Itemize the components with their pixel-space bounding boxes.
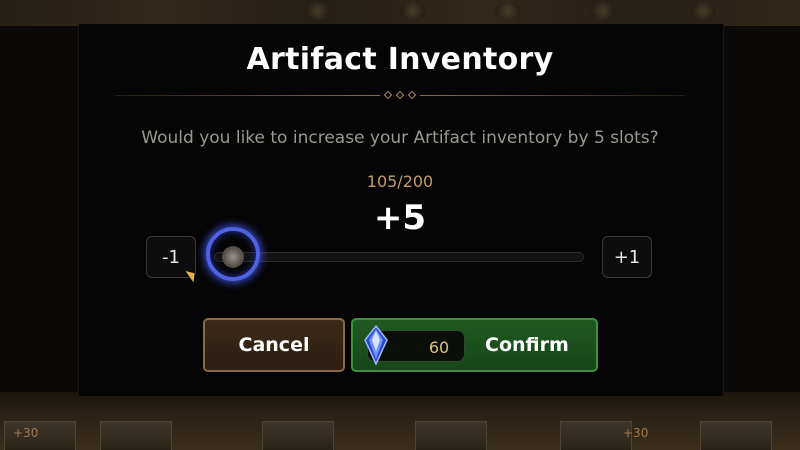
- card-count: +30: [623, 426, 649, 440]
- inventory-card: [415, 421, 487, 450]
- inventory-counter: 105/200: [366, 172, 434, 191]
- cancel-button[interactable]: Cancel: [203, 318, 345, 372]
- inventory-card: [262, 421, 334, 450]
- crystal-gem-icon: [364, 325, 388, 365]
- background-top-strip: [0, 0, 800, 26]
- decorative-emblem-icon: [495, 2, 521, 20]
- inventory-card: [100, 421, 172, 450]
- amount-slider-track[interactable]: [214, 252, 584, 262]
- slider-knob[interactable]: [222, 246, 244, 268]
- card-count: +30: [13, 426, 39, 440]
- decorative-emblem-icon: [590, 2, 616, 20]
- decorative-emblem-icon: [690, 2, 716, 20]
- divider-line-left: [115, 95, 380, 96]
- divider-line-right: [420, 95, 685, 96]
- inventory-card: [700, 421, 772, 450]
- inventory-card: +30: [4, 421, 76, 450]
- title-divider: [115, 90, 685, 100]
- background-inventory-strip: +30 +30: [0, 392, 800, 450]
- inventory-card: +30: [560, 421, 648, 450]
- dialog-question: Would you like to increase your Artifact…: [141, 128, 659, 148]
- divider-ornament-icon: [383, 90, 417, 100]
- decorative-emblem-icon: [400, 2, 426, 20]
- cost-value: 60: [428, 338, 450, 357]
- increment-button[interactable]: +1: [602, 236, 652, 278]
- confirm-label: Confirm: [485, 334, 569, 356]
- increase-amount: +5: [373, 198, 427, 238]
- confirm-button[interactable]: 60 Confirm: [351, 318, 598, 372]
- dialog-title: Artifact Inventory: [246, 42, 554, 77]
- decorative-emblem-icon: [305, 2, 331, 20]
